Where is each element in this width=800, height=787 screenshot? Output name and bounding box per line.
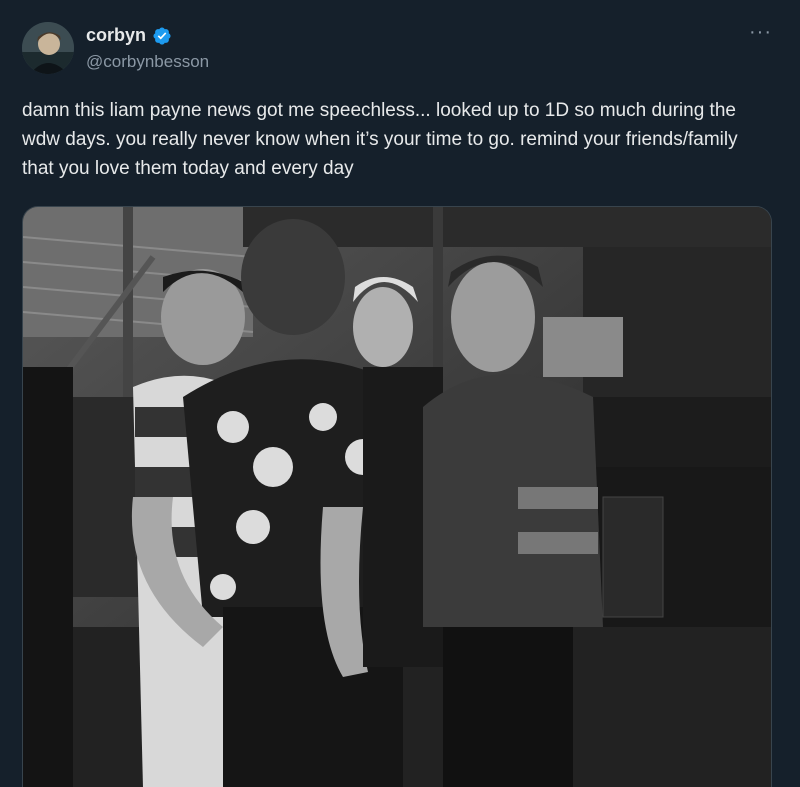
- user-handle[interactable]: @corbynbesson: [86, 52, 209, 72]
- name-row: corbyn: [86, 25, 172, 46]
- tweet-card: corbyn @corbynbesson ··· damn this liam …: [0, 0, 800, 787]
- user-avatar[interactable]: [22, 22, 74, 74]
- post-text: damn this liam payne news got me speechl…: [22, 100, 738, 179]
- more-options-icon[interactable]: ···: [749, 22, 772, 42]
- photo-image: [23, 207, 771, 787]
- avatar-photo: [22, 22, 74, 74]
- verified-badge-icon: [153, 26, 171, 45]
- display-name[interactable]: corbyn: [86, 25, 146, 46]
- post-photo[interactable]: [22, 206, 772, 787]
